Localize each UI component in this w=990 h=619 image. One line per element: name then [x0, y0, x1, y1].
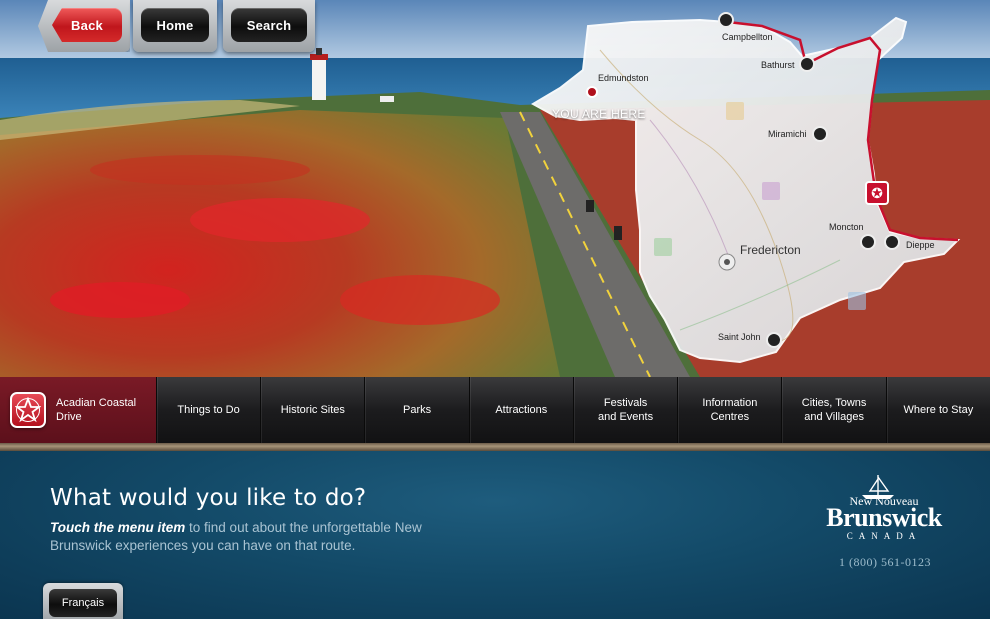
phone-number: 1 (800) 561-0123 — [839, 555, 931, 569]
menu-item-parks[interactable]: Parks — [364, 377, 468, 443]
svg-text:✪: ✪ — [871, 185, 883, 201]
map-label-saint-john[interactable]: Saint John — [718, 332, 761, 342]
instruction-emphasis: Touch the menu item — [50, 520, 186, 535]
new-brunswick-logo: New Nouveau Brunswick CANADA — [818, 475, 950, 541]
language-button-label: Français — [49, 589, 117, 617]
you-are-here-label: YOU ARE HERE — [552, 107, 646, 121]
menu-item-things-to-do[interactable]: Things to Do — [155, 377, 260, 443]
menu-item-cities-towns-villages[interactable]: Cities, Towns and Villages — [781, 377, 885, 443]
hero-photo: ✪ Edmundston Campbellton Bathurst Mirami… — [0, 0, 990, 377]
route-menu-bar: Acadian Coastal Drive Things to Do Histo… — [0, 377, 990, 443]
info-panel: What would you like to do? Touch the men… — [0, 451, 990, 619]
top-navigation: Back Home Search — [0, 0, 320, 52]
home-button-label: Home — [141, 8, 209, 42]
page-question-heading: What would you like to do? — [50, 485, 367, 511]
menu-item-information-centres[interactable]: Information Centres — [677, 377, 781, 443]
map-label-dieppe[interactable]: Dieppe — [906, 240, 935, 250]
logo-canada: CANADA — [846, 531, 922, 541]
coastal-landscape-image: ✪ — [0, 0, 990, 377]
map-label-campbellton[interactable]: Campbellton — [722, 32, 773, 42]
language-button[interactable]: Français — [43, 583, 123, 619]
menu-item-attractions[interactable]: Attractions — [468, 377, 573, 443]
search-button-label: Search — [231, 8, 307, 42]
map-label-moncton[interactable]: Moncton — [829, 222, 864, 232]
search-button[interactable]: Search — [223, 0, 315, 52]
wood-divider — [0, 443, 990, 451]
back-button[interactable]: Back — [38, 0, 130, 52]
map-label-fredericton[interactable]: Fredericton — [740, 243, 801, 257]
map-label-edmundston[interactable]: Edmundston — [598, 73, 649, 83]
ship-icon — [862, 475, 894, 499]
menu-item-historic-sites[interactable]: Historic Sites — [260, 377, 364, 443]
menu-item-label: Acadian Coastal Drive — [56, 397, 137, 423]
menu-item-where-to-stay[interactable]: Where to Stay — [885, 377, 990, 443]
logo-brunswick: Brunswick — [826, 503, 942, 532]
map-label-bathurst[interactable]: Bathurst — [761, 60, 795, 70]
map-label-miramichi[interactable]: Miramichi — [768, 129, 807, 139]
back-button-label: Back — [52, 8, 122, 42]
instruction-text: Touch the menu item to find out about th… — [50, 519, 430, 555]
menu-item-festivals-and-events[interactable]: Festivals and Events — [572, 377, 677, 443]
home-button[interactable]: Home — [133, 0, 217, 52]
star-icon — [10, 392, 46, 428]
menu-item-acadian-coastal-drive[interactable]: Acadian Coastal Drive — [0, 377, 156, 443]
